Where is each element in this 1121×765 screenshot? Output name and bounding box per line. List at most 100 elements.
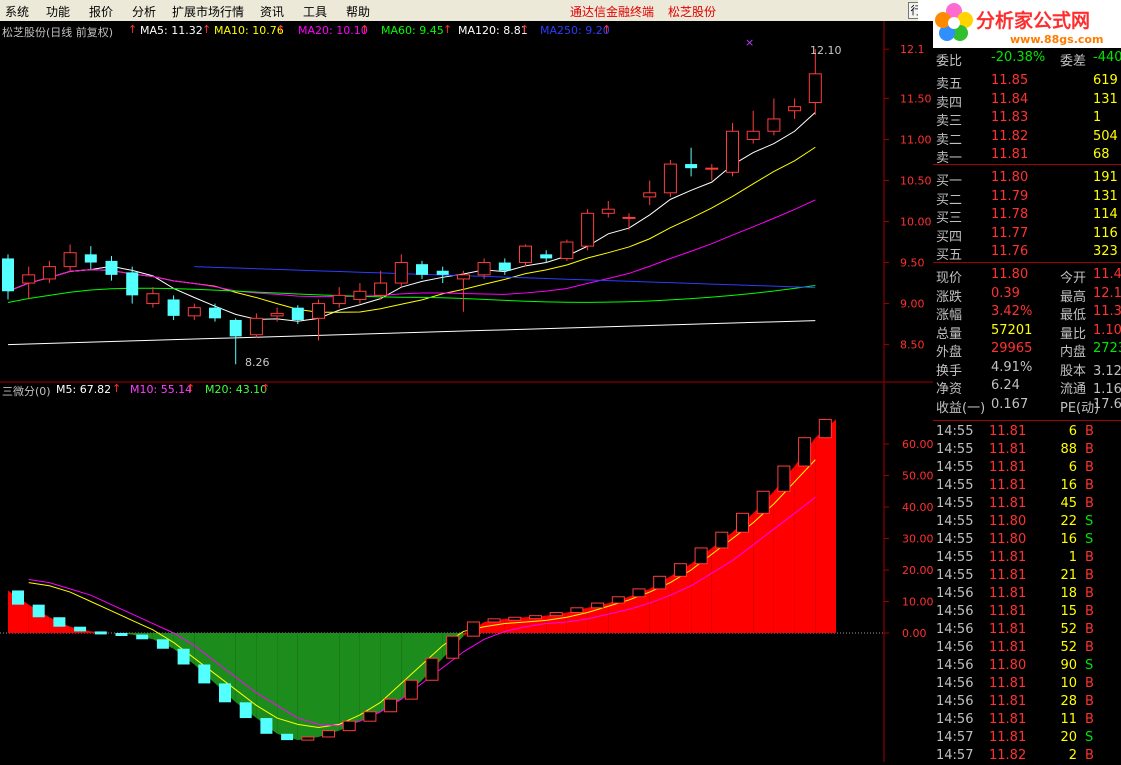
indicator-fill-segment: [318, 633, 340, 737]
bid-row: 买三 11.78 114: [933, 206, 1121, 226]
ask-row: 卖一 11.81 68: [933, 146, 1121, 166]
menu-item-help[interactable]: 帮助: [346, 3, 370, 20]
tick-time: 14:56: [936, 640, 974, 655]
indicator-fill-segment: [297, 633, 319, 741]
weicha-value: -440: [1093, 50, 1121, 65]
tick-row: 14:56 11.81 11 B: [933, 711, 1121, 729]
tick-price: 11.82: [989, 748, 1027, 763]
candle-body: [22, 274, 36, 284]
tick-price: 11.81: [989, 496, 1027, 511]
stat-value: 3.42%: [991, 304, 1033, 319]
ma-label: MA60: 9.45: [381, 24, 444, 37]
tick-side: B: [1085, 640, 1094, 655]
tick-time: 14:57: [936, 748, 974, 763]
stat-label: 净资: [936, 382, 963, 397]
candle-body: [685, 164, 698, 169]
stat-value: 1.16亿: [1093, 382, 1121, 397]
candle-body: [84, 254, 97, 263]
tick-row: 14:57 11.82 2 B: [933, 747, 1121, 765]
price-panel-title: 松芝股份(日线 前复权): [2, 26, 114, 39]
arrow-up-icon: ↑: [360, 23, 370, 36]
tick-side: B: [1085, 694, 1094, 709]
indicator-label: M10: 55.14: [130, 383, 193, 396]
candle-body: [726, 130, 739, 173]
indicator-block: [281, 733, 294, 741]
indicator-block: [322, 730, 335, 738]
bid-price: 11.76: [991, 244, 1029, 259]
tick-time: 14:55: [936, 514, 974, 529]
ask-row: 卖五 11.85 619: [933, 72, 1121, 92]
candle-body: [146, 293, 160, 305]
tick-volume: 88: [1060, 442, 1077, 457]
tick-volume: 90: [1060, 658, 1077, 673]
indicator-block: [694, 547, 708, 565]
tick-price: 11.81: [989, 568, 1027, 583]
indicator-tick-label: 10.00: [902, 596, 933, 609]
indicator-block: [342, 720, 356, 732]
tick-price: 11.81: [989, 730, 1027, 745]
tick-row: 14:57 11.81 20 S: [933, 729, 1121, 747]
menu-item-function[interactable]: 功能: [46, 3, 70, 20]
price-tick-label: 11.00: [900, 133, 932, 146]
menu-item-analysis[interactable]: 分析: [132, 3, 156, 20]
indicator-label: M20: 43.10: [205, 383, 268, 396]
indicator-block: [446, 635, 460, 659]
candle-body: [519, 245, 532, 264]
stat-label: 收益(一): [936, 400, 986, 416]
tick-volume: 45: [1060, 496, 1077, 511]
stat-value: 0.39: [991, 285, 1020, 301]
menu-item-quote[interactable]: 报价: [89, 3, 113, 20]
indicator-block: [115, 633, 128, 636]
bid-volume: 191: [1093, 170, 1118, 185]
bid-row: 买五 11.76 323: [933, 243, 1121, 263]
arrow-up-icon: ↑: [520, 23, 530, 36]
low-price-label: 8.26: [245, 356, 270, 369]
candle-body: [663, 163, 677, 194]
menu-item-system[interactable]: 系统: [5, 3, 29, 20]
indicator-block: [239, 702, 252, 719]
stat-value: 17.6: [1093, 396, 1121, 412]
promo-stock-name: 松芝股份: [668, 5, 717, 19]
arrow-up-icon: ↑: [112, 382, 122, 395]
tick-row: 14:56 11.81 28 B: [933, 693, 1121, 711]
menu-item-tools[interactable]: 工具: [303, 3, 327, 20]
arrow-up-icon: ↑: [128, 23, 138, 36]
bid-price: 11.78: [991, 207, 1029, 222]
ask-volume: 619: [1093, 73, 1118, 88]
bid-label: 买四: [936, 229, 963, 245]
weicha-label: 委差: [1060, 54, 1087, 69]
stat-row: 现价 11.80 今开 11.45: [933, 266, 1121, 286]
tick-time: 14:57: [936, 730, 974, 745]
tick-time: 14:56: [936, 622, 974, 637]
stat-row: 收益(一) 0.167 PE(动) 17.6: [933, 396, 1121, 416]
tick-row: 14:55 11.81 45 B: [933, 495, 1121, 513]
indicator-label: M5: 67.82: [56, 383, 112, 396]
tick-side: S: [1085, 730, 1094, 745]
stat-label: 股本: [1060, 363, 1087, 379]
stat-row: 换手 4.91% 股本 3.12亿: [933, 359, 1121, 379]
candle-body: [808, 73, 822, 104]
tick-side: B: [1085, 568, 1094, 583]
menu-item-extended-market[interactable]: 扩展市场行情: [172, 3, 244, 20]
indicator-block: [74, 626, 87, 632]
tick-volume: 1: [1068, 550, 1077, 565]
indicator-block: [363, 711, 377, 722]
tick-row: 14:55 11.81 16 B: [933, 477, 1121, 495]
indicator-fill-segment: [815, 419, 836, 633]
menu-item-news[interactable]: 资讯: [260, 3, 284, 20]
ask-row: 卖四 11.84 131: [933, 91, 1121, 111]
tick-time: 14:56: [936, 694, 974, 709]
indicator-block: [570, 607, 584, 614]
arrow-up-icon: ↑: [602, 23, 612, 36]
tick-price: 11.81: [989, 694, 1027, 709]
bid-volume: 116: [1093, 225, 1118, 241]
price-tick-label: 9.00: [900, 298, 925, 311]
candle-body: [229, 319, 242, 337]
cross-mark-icon: ×: [745, 36, 755, 49]
tick-volume: 20: [1060, 730, 1077, 745]
bid-label: 买三: [936, 211, 963, 226]
tick-price: 11.81: [989, 712, 1027, 727]
candle-body: [456, 274, 470, 280]
ask-volume: 68: [1093, 147, 1110, 162]
tick-side: B: [1085, 676, 1094, 691]
